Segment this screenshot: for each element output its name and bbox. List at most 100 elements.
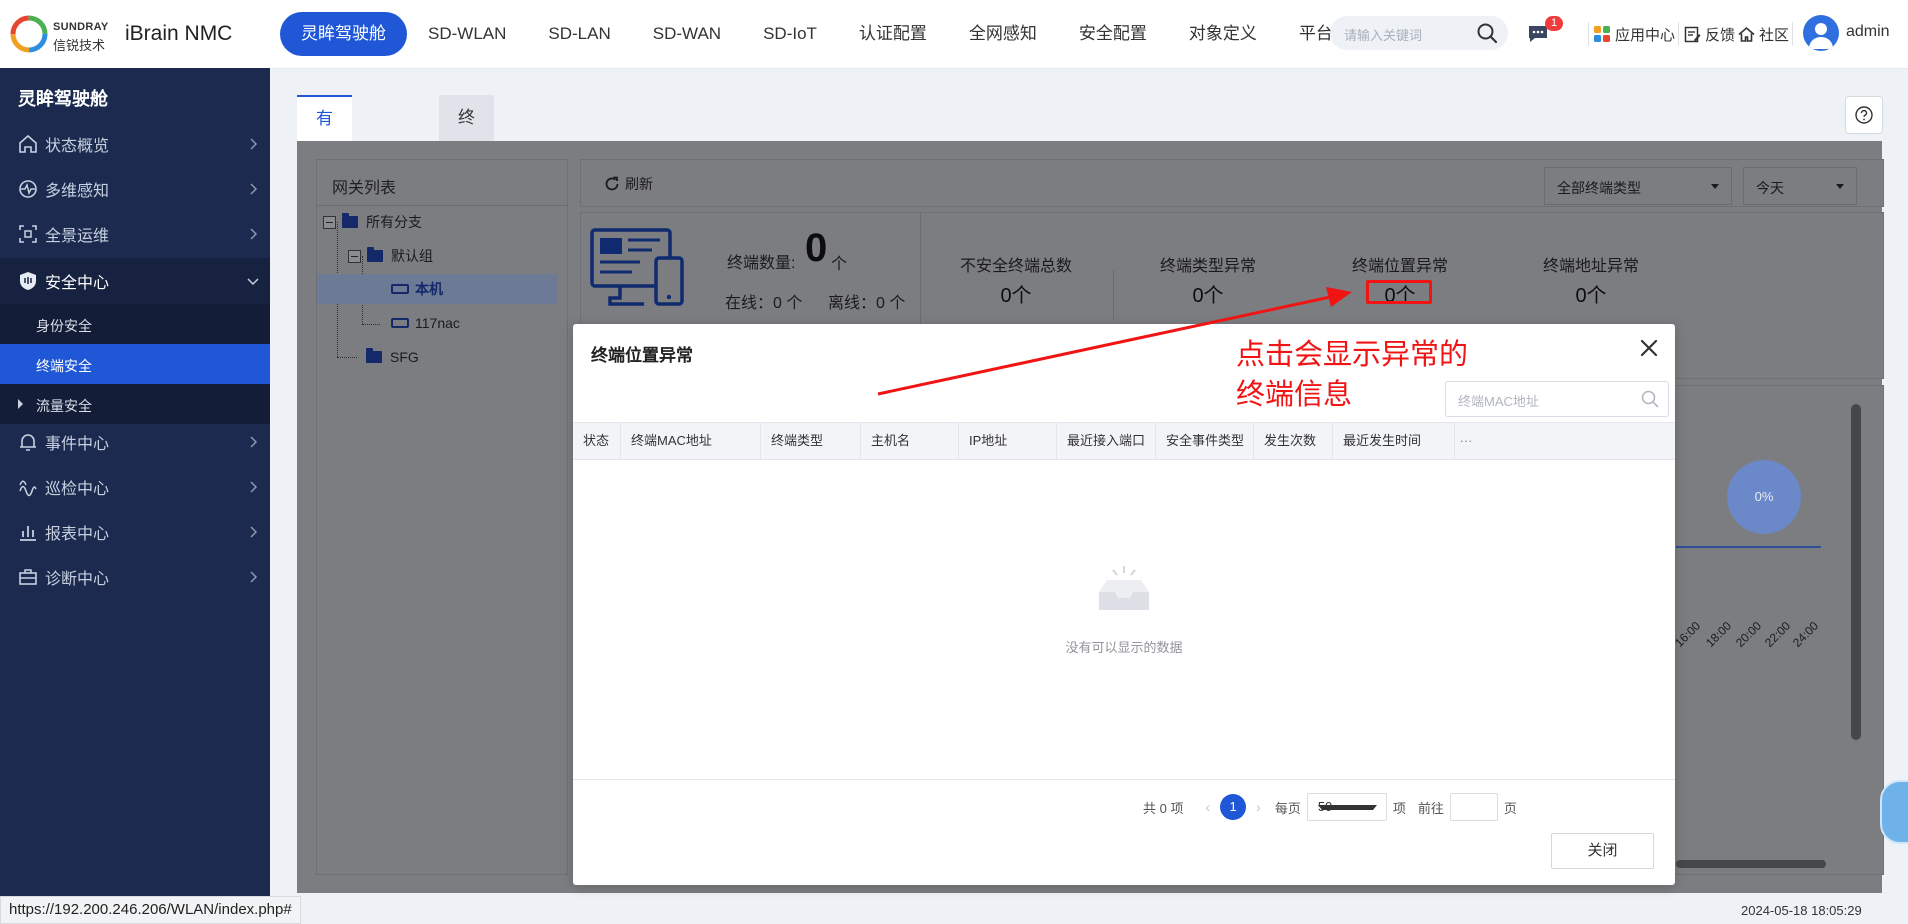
time-range-select[interactable]: 今天 [1743, 167, 1857, 205]
stat-value-type-anomaly[interactable]: 0个 [1133, 279, 1283, 308]
nav-auth-config[interactable]: 认证配置 [838, 12, 948, 56]
collapse-icon[interactable] [323, 215, 336, 229]
gateway-list-panel: 网关列表 所有分支 默认组 本机 117nac SFG [316, 159, 568, 875]
mac-search-input[interactable]: 终端MAC地址 [1445, 381, 1669, 417]
goto-page-input[interactable] [1449, 793, 1498, 821]
computer-terminal-icon [590, 228, 684, 306]
sidebar-item-report-center[interactable]: 报表中心 [0, 510, 270, 554]
next-page-icon[interactable]: › [1256, 799, 1261, 815]
page-number-current[interactable]: 1 [1220, 794, 1247, 820]
tree-node-default-group[interactable]: 默认组 [348, 241, 433, 271]
close-icon[interactable] [1637, 336, 1661, 360]
prev-page-icon[interactable]: ‹ [1205, 799, 1210, 815]
total-count: 共 0 项 [1143, 800, 1184, 816]
feedback-link[interactable]: 反馈 [1684, 22, 1735, 46]
app-center-link[interactable]: 应用中心 [1593, 22, 1675, 46]
sidebar-item-inspection-center[interactable]: 巡检中心 [0, 465, 270, 509]
nav-sd-wan[interactable]: SD-WAN [632, 12, 742, 56]
sidebar-item-panoramic-ops[interactable]: 全景运维 [0, 212, 270, 256]
column-header-event-type[interactable]: 安全事件类型 [1156, 423, 1254, 459]
tree-node-label: 默认组 [391, 248, 433, 264]
tree-node-label: 本机 [415, 281, 443, 297]
search-icon[interactable] [1476, 22, 1498, 44]
chevron-right-icon [250, 228, 258, 240]
assistant-robot-icon[interactable] [1880, 780, 1908, 844]
column-header-count[interactable]: 发生次数 [1254, 423, 1333, 459]
column-header-status[interactable]: 状态 [573, 423, 621, 459]
divider [573, 779, 1675, 780]
column-header-hostname[interactable]: 主机名 [861, 423, 959, 459]
empty-inbox-icon [1099, 566, 1149, 610]
refresh-button[interactable]: 刷新 [603, 174, 653, 194]
tree-node-label: 所有分支 [366, 214, 422, 230]
brand-cn: 信锐技术 [53, 38, 106, 53]
wave-icon [19, 480, 37, 497]
message-badge: 1 [1545, 16, 1563, 31]
nav-sd-wlan[interactable]: SD-WLAN [407, 12, 527, 56]
divider [1678, 22, 1679, 46]
sidebar-subitem-traffic-security[interactable]: 流量安全 [0, 384, 270, 424]
tree-node-label: SFG [390, 349, 419, 365]
column-header-port[interactable]: 最近接入端口 [1057, 423, 1156, 459]
sundray-logo[interactable]: SUNDRAY 信锐技术 [10, 15, 110, 53]
search-icon[interactable] [1640, 389, 1660, 409]
tree-node-all-branches[interactable]: 所有分支 [323, 207, 422, 237]
column-header-ip[interactable]: IP地址 [959, 423, 1057, 459]
help-button[interactable] [1845, 96, 1883, 134]
sidebar-item-multi-perception[interactable]: 多维感知 [0, 167, 270, 211]
terminal-type-select[interactable]: 全部终端类型 [1544, 167, 1732, 205]
empty-state-text: 没有可以显示的数据 [1065, 640, 1183, 655]
stat-title-address-anomaly: 终端地址异常 [1542, 258, 1639, 275]
sidebar-item-status-overview[interactable]: 状态概览 [0, 122, 270, 166]
chevron-right-icon [250, 481, 258, 493]
nav-security-config[interactable]: 安全配置 [1058, 12, 1168, 56]
close-dialog-button[interactable]: 关闭 [1551, 833, 1654, 869]
time-range-value: 今天 [1756, 180, 1784, 196]
sidebar-item-event-center[interactable]: 事件中心 [0, 420, 270, 464]
nav-object-definition[interactable]: 对象定义 [1168, 12, 1278, 56]
top-bar: SUNDRAY 信锐技术 iBrain NMC 灵眸驾驶舱 SD-WLAN SD… [0, 0, 1908, 69]
sidebar-item-security-center[interactable]: 安全中心 [0, 258, 270, 304]
global-search-input[interactable]: 请输入关键词 [1330, 16, 1508, 50]
mac-search-placeholder: 终端MAC地址 [1458, 394, 1539, 409]
avatar[interactable] [1803, 15, 1839, 51]
subitem-label: 身份安全 [36, 318, 92, 334]
tree-node-sfg[interactable]: SFG [366, 342, 419, 372]
horizontal-scrollbar[interactable] [1676, 860, 1826, 868]
nav-sd-iot[interactable]: SD-IoT [742, 12, 838, 56]
stat-title-type-anomaly: 终端类型异常 [1159, 258, 1256, 275]
collapse-icon[interactable] [348, 249, 361, 263]
column-header-type[interactable]: 终端类型 [761, 423, 861, 459]
search-placeholder: 请输入关键词 [1344, 28, 1423, 43]
username[interactable]: admin [1846, 23, 1890, 41]
stat-value-address-anomaly[interactable]: 0个 [1516, 279, 1666, 308]
more-columns-icon[interactable]: ··· [1455, 423, 1477, 459]
nav-network-awareness[interactable]: 全网感知 [948, 12, 1058, 56]
vertical-scrollbar[interactable] [1851, 404, 1861, 740]
sidebar-subitem-terminal-security[interactable]: 终端安全 [0, 344, 270, 384]
tab-wired-terminal-security[interactable]: 有线终端安全 [297, 95, 352, 348]
sidebar-subitem-identity-security[interactable]: 身份安全 [0, 304, 270, 344]
scan-icon [19, 225, 37, 243]
column-header-mac[interactable]: 终端MAC地址 [621, 423, 761, 459]
sidebar-item-label: 安全中心 [45, 275, 110, 292]
bell-icon [20, 434, 36, 451]
stat-title-location-anomaly: 终端位置异常 [1351, 258, 1448, 275]
tree-node-117nac[interactable]: 117nac [391, 308, 460, 338]
community-label: 社区 [1759, 26, 1790, 44]
tab-terminal-blacklist[interactable]: 终端黑名单 [439, 95, 494, 311]
nav-sd-lan[interactable]: SD-LAN [527, 12, 631, 56]
feedback-label: 反馈 [1705, 26, 1736, 44]
system-datetime: 2024-05-18 18:05:29 [1741, 903, 1862, 918]
sidebar-item-label: 状态概览 [45, 138, 110, 155]
stat-value-unsafe-total[interactable]: 0个 [941, 279, 1091, 308]
column-header-last-time[interactable]: 最近发生时间 [1333, 423, 1455, 459]
chevron-right-icon [250, 571, 258, 583]
sidebar: 灵眸驾驶舱 状态概览 多维感知 全景运维 安全中心 身份安全 终端安全 流量安全… [0, 68, 270, 924]
page-size-select[interactable]: 50 [1306, 793, 1387, 821]
tree-node-local[interactable]: 本机 [317, 274, 557, 304]
user-avatar-icon [1809, 23, 1833, 49]
nav-cockpit[interactable]: 灵眸驾驶舱 [280, 12, 407, 56]
sidebar-item-diagnosis-center[interactable]: 诊断中心 [0, 555, 270, 599]
community-link[interactable]: 社区 [1738, 22, 1789, 46]
